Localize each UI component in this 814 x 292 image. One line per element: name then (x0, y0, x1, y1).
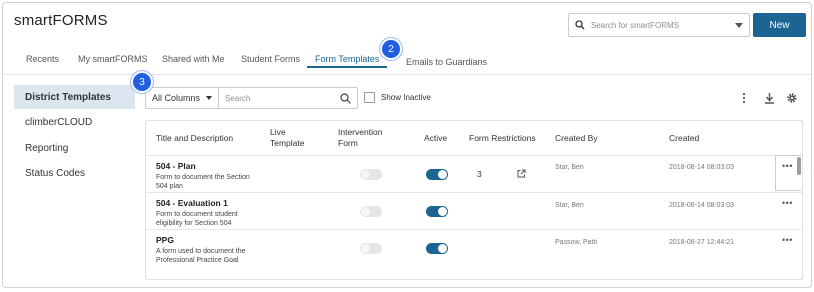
search-icon (575, 20, 585, 30)
callout-badge-filter: 3 (131, 71, 153, 93)
caret-down-icon (206, 96, 212, 100)
row-description-line2: eligibility for Section 504 (156, 219, 232, 227)
row-created-by: Passow, Patti (555, 239, 598, 246)
row-description: Form to document student eligibility for… (156, 211, 266, 228)
active-toggle[interactable] (426, 243, 448, 254)
callout-badge-tabs: 2 (380, 38, 402, 60)
col-header-title[interactable]: Title and Description (156, 133, 233, 144)
tab-bar: Recents My smartFORMS Shared with Me Stu… (3, 54, 503, 74)
row-created-by: Star, Ben (555, 202, 584, 209)
app-window: smartFORMS Search for smartFORMS New Rec… (2, 2, 812, 288)
tab-recents[interactable]: Recents (26, 54, 59, 64)
sidebar-item-climbercloud[interactable]: climberCLOUD (14, 110, 135, 134)
row-more-button[interactable]: ••• (782, 235, 793, 245)
row-created: 2018-08-27 12:44:21 (669, 239, 734, 246)
gear-icon[interactable] (785, 91, 799, 105)
show-inactive-label: Show Inactive (381, 93, 431, 102)
active-toggle[interactable] (426, 206, 448, 217)
col-header-live-line2: Template (270, 138, 305, 148)
intervention-toggle[interactable] (360, 206, 382, 217)
active-toggle[interactable] (426, 169, 448, 180)
table-scrollbar[interactable] (797, 157, 801, 175)
row-created: 2018-08-14 08:03:03 (669, 202, 734, 209)
tab-emails-to-guardians[interactable]: Emails to Guardians (406, 57, 487, 67)
template-search-input[interactable]: Search (218, 87, 358, 109)
row-more-button[interactable]: ••• (782, 161, 793, 171)
tab-divider (3, 74, 811, 75)
intervention-toggle[interactable] (360, 169, 382, 180)
row-title[interactable]: PPG (156, 235, 174, 245)
templates-table: Title and Description Live Template Inte… (145, 120, 803, 280)
sidebar-item-district-templates[interactable]: District Templates (14, 85, 135, 109)
tab-my-smartforms[interactable]: My smartFORMS (78, 54, 148, 64)
intervention-toggle[interactable] (360, 243, 382, 254)
global-search-input[interactable]: Search for smartFORMS (568, 13, 750, 37)
new-button[interactable]: New (753, 13, 806, 37)
sidebar-item-status-codes[interactable]: Status Codes (14, 161, 135, 185)
row-created-by: Star, Ben (555, 164, 584, 171)
row-description: Form to document the Section 504 plan (156, 174, 266, 191)
row-description-line1: Form to document the Section (156, 174, 250, 181)
row-description: A form used to document the Professional… (156, 248, 266, 265)
template-search-placeholder: Search (225, 93, 251, 103)
download-icon[interactable] (762, 91, 776, 105)
external-link-icon[interactable] (517, 169, 526, 178)
row-description-line1: Form to document student (156, 211, 238, 218)
show-inactive-toggle[interactable]: Show Inactive (364, 92, 431, 103)
row-description-line2: Professional Practice Goal (156, 256, 239, 264)
chevron-down-icon[interactable] (735, 22, 743, 28)
active-tab-underline (307, 66, 387, 68)
col-header-intervention-line1: Intervention (338, 127, 383, 137)
column-filter-value: All Columns (152, 93, 201, 103)
row-description-line2: 504 plan (156, 182, 183, 190)
column-filter-select[interactable]: All Columns (145, 87, 219, 109)
row-title[interactable]: 504 - Evaluation 1 (156, 198, 228, 208)
col-header-live-template[interactable]: Live Template (270, 127, 305, 149)
tab-student-forms[interactable]: Student Forms (241, 54, 300, 64)
row-description-line1: A form used to document the (156, 248, 246, 255)
row-divider (146, 192, 802, 193)
row-title[interactable]: 504 - Plan (156, 161, 196, 171)
row-more-button[interactable]: ••• (782, 198, 793, 208)
row-created: 2018-08-14 08:03:03 (669, 164, 734, 171)
search-icon[interactable] (340, 92, 351, 104)
col-header-intervention-line2: Form (338, 138, 358, 148)
tab-shared-with-me[interactable]: Shared with Me (162, 54, 225, 64)
restriction-count: 3 (477, 169, 482, 179)
col-header-intervention-form[interactable]: Intervention Form (338, 127, 382, 149)
tab-form-templates[interactable]: Form Templates (315, 54, 379, 64)
col-header-form-restrictions[interactable]: Form Restrictions (469, 133, 536, 144)
row-divider (146, 229, 802, 230)
show-inactive-checkbox[interactable] (364, 92, 375, 103)
col-header-created[interactable]: Created (669, 133, 699, 144)
kebab-menu-icon[interactable] (737, 91, 751, 105)
global-search-placeholder: Search for smartFORMS (591, 20, 680, 30)
col-header-created-by[interactable]: Created By (555, 133, 598, 144)
col-header-active[interactable]: Active (424, 133, 447, 144)
col-header-live-line1: Live (270, 127, 286, 137)
app-title: smartFORMS (14, 12, 108, 29)
sidebar-item-reporting[interactable]: Reporting (14, 136, 135, 160)
row-divider (146, 155, 802, 156)
